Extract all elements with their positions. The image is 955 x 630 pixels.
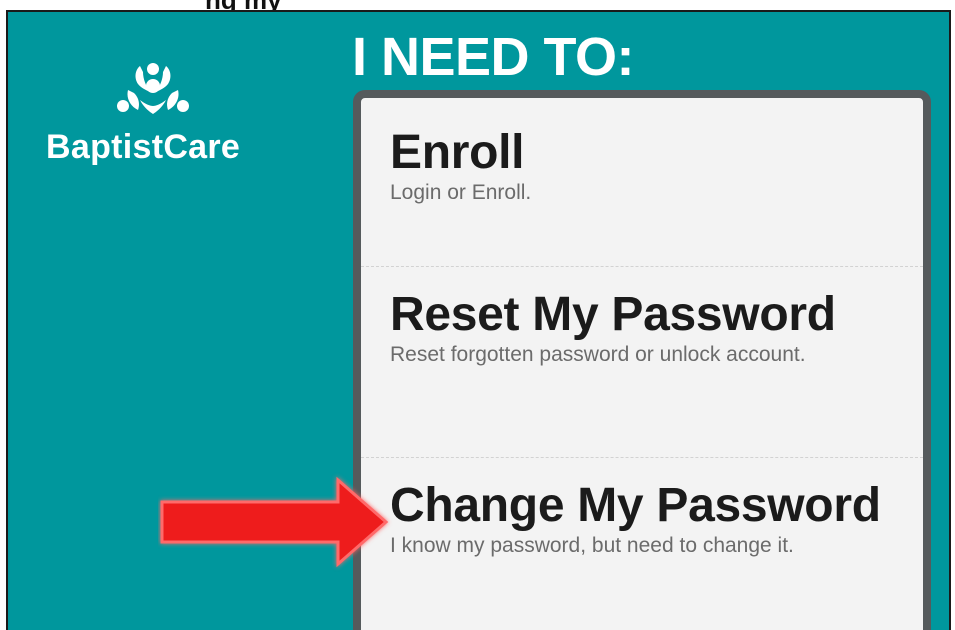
menu-option-reset-password[interactable]: Reset My Password Reset forgotten passwo…	[361, 288, 923, 468]
menu-option-change-password[interactable]: Change My Password I know my password, b…	[361, 479, 923, 630]
page-background: BaptistCare I NEED TO: Enroll Login or E…	[6, 10, 951, 630]
divider	[361, 266, 923, 267]
menu-option-enroll[interactable]: Enroll Login or Enroll.	[361, 126, 923, 276]
page-title: I NEED TO:	[352, 27, 635, 87]
option-description: Reset forgotten password or unlock accou…	[390, 343, 806, 366]
brand-name: BaptistCare	[46, 128, 241, 166]
option-title: Reset My Password	[390, 288, 836, 341]
red-arrow-icon	[160, 476, 389, 568]
option-description: Login or Enroll.	[390, 181, 532, 204]
option-title: Change My Password	[390, 479, 881, 532]
divider	[361, 457, 923, 458]
brand-logo: BaptistCare	[46, 60, 268, 180]
action-menu: Enroll Login or Enroll. Reset My Passwor…	[353, 90, 931, 630]
baptistcare-logo-icon	[117, 63, 189, 114]
option-description: I know my password, but need to change i…	[390, 534, 794, 557]
option-title: Enroll	[390, 126, 525, 179]
